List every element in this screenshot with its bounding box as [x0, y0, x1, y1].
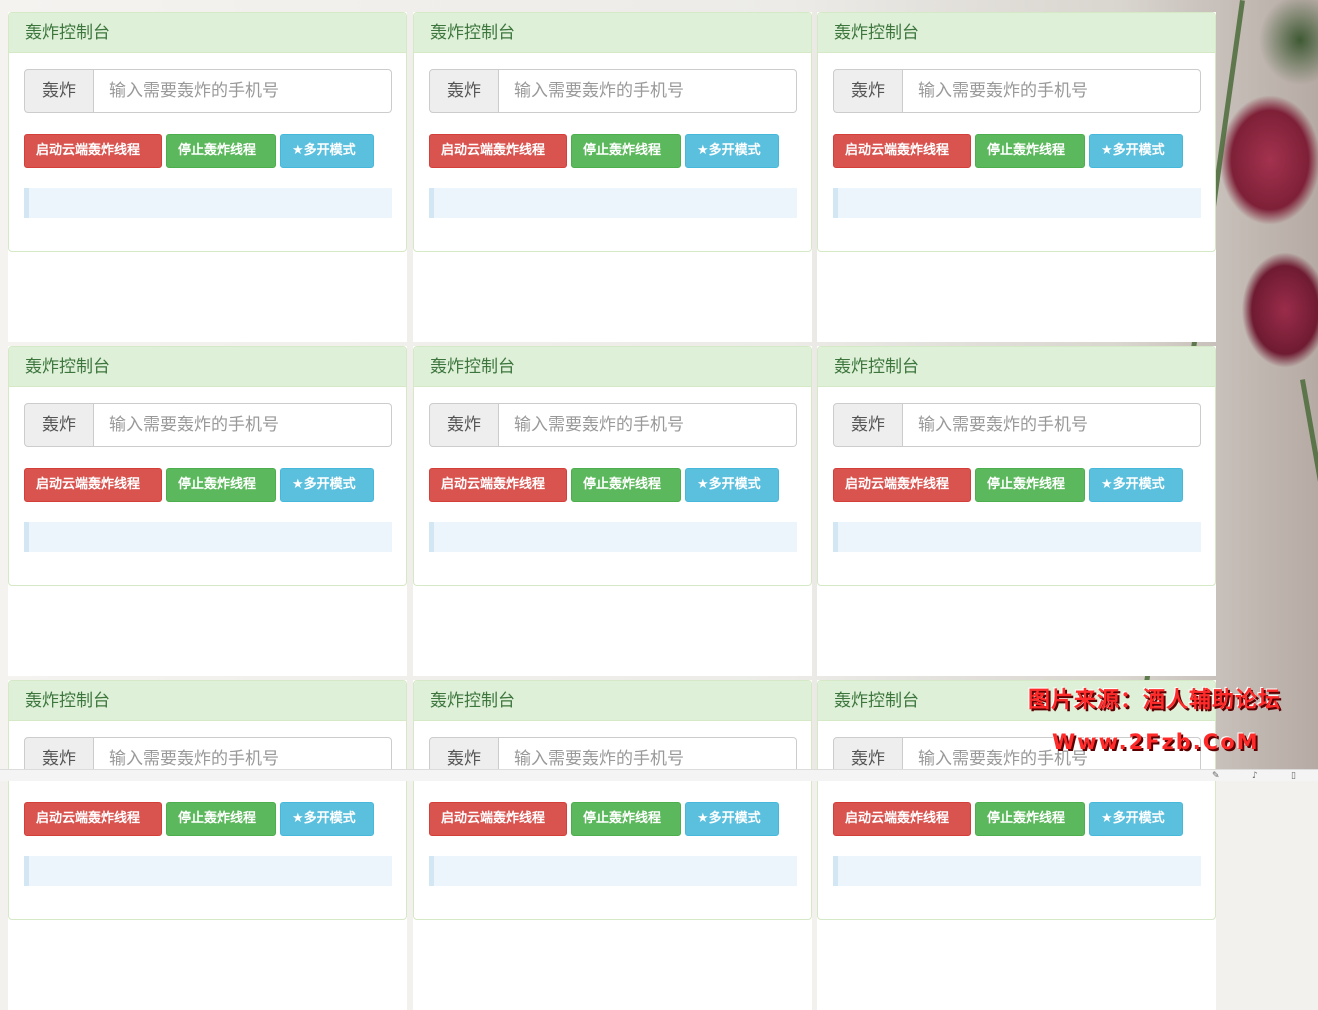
console-cell: 轰炸控制台 轰炸 启动云端轰炸线程 停止轰炸线程 ★多开模式 [817, 346, 1216, 676]
bomb-addon-label: 轰炸 [833, 69, 903, 113]
phone-input-group: 轰炸 [833, 69, 1201, 113]
multi-mode-button[interactable]: ★多开模式 [280, 802, 374, 836]
stop-thread-button[interactable]: 停止轰炸线程 [166, 468, 276, 502]
console-cell: 轰炸控制台 轰炸 启动云端轰炸线程 停止轰炸线程 ★多开模式 [8, 12, 407, 342]
start-cloud-thread-button[interactable]: 启动云端轰炸线程 [833, 802, 971, 836]
multi-mode-button[interactable]: ★多开模式 [1089, 468, 1183, 502]
multi-mode-button[interactable]: ★多开模式 [685, 468, 779, 502]
log-output-box [429, 188, 797, 218]
stop-thread-button[interactable]: 停止轰炸线程 [975, 468, 1085, 502]
watermark-url: Www.2Fzb.CoM [1052, 730, 1260, 754]
stop-thread-button[interactable]: 停止轰炸线程 [166, 134, 276, 168]
panel-title: 轰炸控制台 [9, 13, 406, 53]
panel-title: 轰炸控制台 [414, 681, 811, 721]
console-panel: 轰炸控制台 轰炸 启动云端轰炸线程 停止轰炸线程 ★多开模式 [413, 12, 812, 252]
start-cloud-thread-button[interactable]: 启动云端轰炸线程 [24, 802, 162, 836]
log-output-box [429, 522, 797, 552]
phone-input-group: 轰炸 [833, 403, 1201, 447]
bomb-addon-label: 轰炸 [833, 403, 903, 447]
phone-input-group: 轰炸 [429, 69, 797, 113]
log-output-box [833, 856, 1201, 886]
button-row: 启动云端轰炸线程 停止轰炸线程 ★多开模式 [24, 802, 374, 836]
start-cloud-thread-button[interactable]: 启动云端轰炸线程 [429, 802, 567, 836]
stop-thread-button[interactable]: 停止轰炸线程 [571, 134, 681, 168]
bomb-addon-label: 轰炸 [429, 69, 499, 113]
console-panel: 轰炸控制台 轰炸 启动云端轰炸线程 停止轰炸线程 ★多开模式 [413, 346, 812, 586]
panel-title: 轰炸控制台 [414, 13, 811, 53]
log-output-box [429, 856, 797, 886]
taskbar [0, 769, 1318, 781]
log-output-box [24, 188, 392, 218]
console-panel: 轰炸控制台 轰炸 启动云端轰炸线程 停止轰炸线程 ★多开模式 [8, 680, 407, 920]
multi-mode-button[interactable]: ★多开模式 [280, 134, 374, 168]
log-output-box [833, 522, 1201, 552]
log-output-box [833, 188, 1201, 218]
phone-number-input[interactable] [94, 403, 392, 447]
phone-number-input[interactable] [903, 403, 1201, 447]
button-row: 启动云端轰炸线程 停止轰炸线程 ★多开模式 [833, 802, 1183, 836]
console-panel: 轰炸控制台 轰炸 启动云端轰炸线程 停止轰炸线程 ★多开模式 [413, 680, 812, 920]
button-row: 启动云端轰炸线程 停止轰炸线程 ★多开模式 [833, 468, 1183, 502]
stop-thread-button[interactable]: 停止轰炸线程 [166, 802, 276, 836]
button-row: 启动云端轰炸线程 停止轰炸线程 ★多开模式 [24, 468, 374, 502]
console-panel: 轰炸控制台 轰炸 启动云端轰炸线程 停止轰炸线程 ★多开模式 [817, 680, 1216, 920]
phone-input-group: 轰炸 [429, 403, 797, 447]
console-panel: 轰炸控制台 轰炸 启动云端轰炸线程 停止轰炸线程 ★多开模式 [8, 12, 407, 252]
phone-number-input[interactable] [499, 69, 797, 113]
stop-thread-button[interactable]: 停止轰炸线程 [571, 802, 681, 836]
button-row: 启动云端轰炸线程 停止轰炸线程 ★多开模式 [24, 134, 374, 168]
panel-title: 轰炸控制台 [414, 347, 811, 387]
stop-thread-button[interactable]: 停止轰炸线程 [571, 468, 681, 502]
panel-title: 轰炸控制台 [818, 13, 1215, 53]
bomb-addon-label: 轰炸 [24, 403, 94, 447]
multi-mode-button[interactable]: ★多开模式 [1089, 802, 1183, 836]
panel-title: 轰炸控制台 [818, 347, 1215, 387]
console-cell: 轰炸控制台 轰炸 启动云端轰炸线程 停止轰炸线程 ★多开模式 [413, 12, 812, 342]
phone-number-input[interactable] [94, 69, 392, 113]
button-row: 启动云端轰炸线程 停止轰炸线程 ★多开模式 [429, 802, 779, 836]
bomb-addon-label: 轰炸 [429, 403, 499, 447]
start-cloud-thread-button[interactable]: 启动云端轰炸线程 [429, 134, 567, 168]
start-cloud-thread-button[interactable]: 启动云端轰炸线程 [429, 468, 567, 502]
console-cell: 轰炸控制台 轰炸 启动云端轰炸线程 停止轰炸线程 ★多开模式 [413, 680, 812, 1010]
log-output-box [24, 856, 392, 886]
log-output-box [24, 522, 392, 552]
multi-mode-button[interactable]: ★多开模式 [280, 468, 374, 502]
start-cloud-thread-button[interactable]: 启动云端轰炸线程 [833, 134, 971, 168]
button-row: 启动云端轰炸线程 停止轰炸线程 ★多开模式 [833, 134, 1183, 168]
phone-number-input[interactable] [499, 403, 797, 447]
button-row: 启动云端轰炸线程 停止轰炸线程 ★多开模式 [429, 134, 779, 168]
panel-title: 轰炸控制台 [9, 347, 406, 387]
bomb-addon-label: 轰炸 [24, 69, 94, 113]
console-panel: 轰炸控制台 轰炸 启动云端轰炸线程 停止轰炸线程 ★多开模式 [817, 12, 1216, 252]
phone-number-input[interactable] [903, 69, 1201, 113]
console-cell: 轰炸控制台 轰炸 启动云端轰炸线程 停止轰炸线程 ★多开模式 [817, 12, 1216, 342]
button-row: 启动云端轰炸线程 停止轰炸线程 ★多开模式 [429, 468, 779, 502]
watermark-source: 图片来源：酒人辅助论坛 [1028, 688, 1282, 713]
start-cloud-thread-button[interactable]: 启动云端轰炸线程 [833, 468, 971, 502]
multi-mode-button[interactable]: ★多开模式 [1089, 134, 1183, 168]
console-cell: 轰炸控制台 轰炸 启动云端轰炸线程 停止轰炸线程 ★多开模式 [8, 680, 407, 1010]
console-panel: 轰炸控制台 轰炸 启动云端轰炸线程 停止轰炸线程 ★多开模式 [8, 346, 407, 586]
console-cell: 轰炸控制台 轰炸 启动云端轰炸线程 停止轰炸线程 ★多开模式 [413, 346, 812, 676]
start-cloud-thread-button[interactable]: 启动云端轰炸线程 [24, 468, 162, 502]
console-cell: 轰炸控制台 轰炸 启动云端轰炸线程 停止轰炸线程 ★多开模式 [8, 346, 407, 676]
start-cloud-thread-button[interactable]: 启动云端轰炸线程 [24, 134, 162, 168]
console-panel: 轰炸控制台 轰炸 启动云端轰炸线程 停止轰炸线程 ★多开模式 [817, 346, 1216, 586]
phone-input-group: 轰炸 [24, 403, 392, 447]
multi-mode-button[interactable]: ★多开模式 [685, 134, 779, 168]
multi-mode-button[interactable]: ★多开模式 [685, 802, 779, 836]
stop-thread-button[interactable]: 停止轰炸线程 [975, 802, 1085, 836]
stop-thread-button[interactable]: 停止轰炸线程 [975, 134, 1085, 168]
panel-title: 轰炸控制台 [9, 681, 406, 721]
phone-input-group: 轰炸 [24, 69, 392, 113]
